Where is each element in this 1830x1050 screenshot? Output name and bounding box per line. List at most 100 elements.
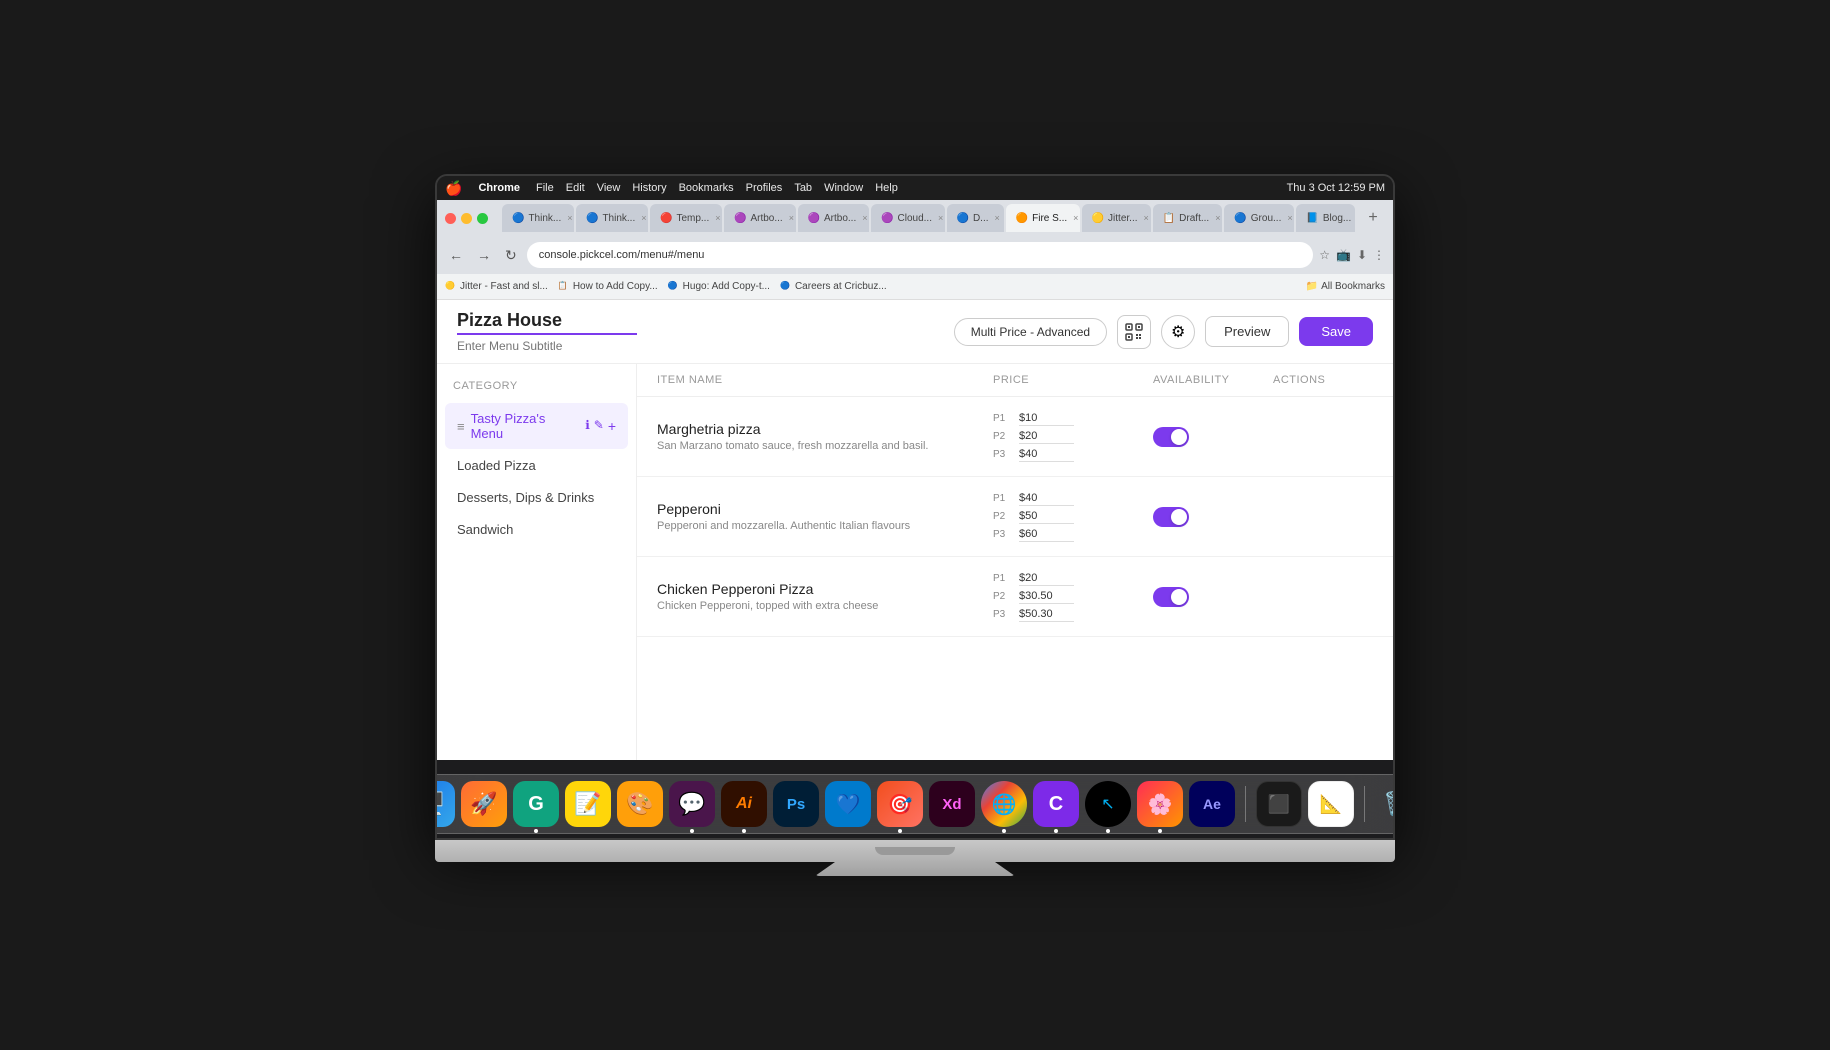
- tab-menu[interactable]: Tab: [794, 182, 812, 194]
- tab-think1[interactable]: 🔵Think...×: [502, 204, 574, 232]
- tab-artbo1[interactable]: 🟣Artbo...×: [724, 204, 796, 232]
- vscode-icon[interactable]: 💙: [825, 781, 871, 827]
- slack-icon[interactable]: 💬: [669, 781, 715, 827]
- close-button[interactable]: [445, 213, 456, 224]
- freeform-icon[interactable]: 🎨: [617, 781, 663, 827]
- browser-menu-icon[interactable]: ⋮: [1373, 248, 1385, 262]
- bookmark-star-icon[interactable]: ☆: [1319, 248, 1330, 262]
- menu-title-input[interactable]: [457, 310, 637, 335]
- address-input[interactable]: console.pickcel.com/menu#/menu: [527, 242, 1313, 268]
- chrome-menu-item[interactable]: Chrome: [478, 182, 520, 194]
- finder-icon[interactable]: 🖥️: [435, 781, 455, 827]
- history-menu[interactable]: History: [632, 182, 666, 194]
- creative-icon[interactable]: 🌸: [1137, 781, 1183, 827]
- bookmark-careers[interactable]: 🔵 Careers at Cricbuz...: [780, 281, 887, 293]
- maximize-button[interactable]: [477, 213, 488, 224]
- tab-cloud[interactable]: 🟣Cloud...×: [871, 204, 944, 232]
- sidebar-item-sandwich[interactable]: Sandwich: [445, 514, 628, 545]
- tab-draft[interactable]: 📋Draft...×: [1153, 204, 1223, 232]
- tab-grou[interactable]: 🔵Grou...×: [1224, 204, 1294, 232]
- tab-d[interactable]: 🔵D...×: [947, 204, 1004, 232]
- illustrator-icon[interactable]: Ai: [721, 781, 767, 827]
- cursor-icon[interactable]: ↖: [1085, 781, 1131, 827]
- items-table-header: Item Name Price Availability Actions: [637, 364, 1393, 397]
- edit-menu[interactable]: Edit: [566, 182, 585, 194]
- item-availability: [1153, 507, 1273, 527]
- new-tab-button[interactable]: +: [1361, 206, 1385, 230]
- price-input-p2[interactable]: [1019, 429, 1074, 444]
- browser-chrome: 🔵Think...× 🔵Think...× 🔴Temp...× 🟣Artbo..…: [437, 200, 1393, 760]
- reload-button[interactable]: ↻: [501, 245, 521, 266]
- qr-code-button[interactable]: [1117, 315, 1151, 349]
- sidebar-item-tasty[interactable]: ≡ Tasty Pizza's Menu ℹ ✎ +: [445, 403, 628, 449]
- menu-subtitle-input[interactable]: [457, 339, 637, 353]
- apple-menu[interactable]: 🍎: [445, 180, 462, 197]
- availability-toggle-3[interactable]: [1153, 587, 1189, 607]
- price-input-p3[interactable]: [1019, 607, 1074, 622]
- sidebar-item-desserts[interactable]: Desserts, Dips & Drinks: [445, 482, 628, 513]
- bookmark-jitter[interactable]: 🟡 Jitter - Fast and sl...: [445, 281, 548, 293]
- tab-temp[interactable]: 🔴Temp...×: [650, 204, 722, 232]
- window-menu[interactable]: Window: [824, 182, 863, 194]
- category-info-icon[interactable]: ℹ: [585, 418, 590, 434]
- menu-bar-time: Thu 3 Oct 12:59 PM: [1287, 182, 1385, 194]
- forward-button[interactable]: →: [473, 245, 495, 265]
- table-row: Marghetria pizza San Marzano tomato sauc…: [637, 397, 1393, 477]
- back-button[interactable]: ←: [445, 245, 467, 265]
- category-edit-icon[interactable]: ✎: [594, 418, 604, 434]
- price-input-p1[interactable]: [1019, 571, 1074, 586]
- chatgpt-icon[interactable]: G: [513, 781, 559, 827]
- tab-jitter[interactable]: 🟡Jitter...×: [1082, 204, 1151, 232]
- minimize-button[interactable]: [461, 213, 472, 224]
- bookmark-all[interactable]: 📁 All Bookmarks: [1306, 281, 1385, 292]
- bookmark-hugo[interactable]: 🔵 Hugo: Add Copy-t...: [668, 281, 770, 293]
- svgeditor-icon[interactable]: 📐: [1308, 781, 1354, 827]
- price-input-p3[interactable]: [1019, 447, 1074, 462]
- notes-icon[interactable]: 📝: [565, 781, 611, 827]
- tab-blog[interactable]: 📘Blog...: [1296, 204, 1355, 232]
- bookmarks-menu[interactable]: Bookmarks: [679, 182, 734, 194]
- chrome-icon[interactable]: 🌐: [981, 781, 1027, 827]
- launchpad-icon[interactable]: 🚀: [461, 781, 507, 827]
- download-icon[interactable]: ⬇: [1357, 248, 1367, 262]
- tab-fire-active[interactable]: 🟠Fire S...×: [1006, 204, 1080, 232]
- category-label: Tasty Pizza's Menu: [471, 411, 580, 441]
- item-name: Pepperoni: [657, 501, 993, 517]
- trash-icon[interactable]: 🗑️: [1375, 781, 1395, 827]
- xd-icon[interactable]: Xd: [929, 781, 975, 827]
- dock-wrapper: 🖥️ 🚀 G 📝 🎨 💬: [437, 758, 1393, 838]
- photoshop-icon[interactable]: Ps: [773, 781, 819, 827]
- sidebar-category-header: Category: [437, 380, 636, 402]
- preview-button[interactable]: Preview: [1205, 316, 1289, 347]
- price-row-p1: P1: [993, 571, 1153, 586]
- category-add-icon[interactable]: +: [608, 418, 616, 434]
- terminal-icon[interactable]: ⬛: [1256, 781, 1302, 827]
- table-row: Chicken Pepperoni Pizza Chicken Pepperon…: [637, 557, 1393, 637]
- traffic-lights: [445, 213, 488, 224]
- price-input-p3[interactable]: [1019, 527, 1074, 542]
- price-input-p2[interactable]: [1019, 589, 1074, 604]
- tab-artbo2[interactable]: 🟣Artbo...×: [798, 204, 870, 232]
- macbook-notch: [875, 847, 955, 855]
- aftereffects-icon[interactable]: Ae: [1189, 781, 1235, 827]
- address-bar: ← → ↻ console.pickcel.com/menu#/menu ☆ 📺…: [437, 236, 1393, 274]
- canva-icon[interactable]: C: [1033, 781, 1079, 827]
- price-row-p2: P2: [993, 589, 1153, 604]
- bookmark-copy[interactable]: 📋 How to Add Copy...: [558, 281, 658, 293]
- price-input-p1[interactable]: [1019, 491, 1074, 506]
- price-input-p2[interactable]: [1019, 509, 1074, 524]
- availability-toggle-2[interactable]: [1153, 507, 1189, 527]
- tab-think2[interactable]: 🔵Think...×: [576, 204, 648, 232]
- help-menu[interactable]: Help: [875, 182, 898, 194]
- view-menu[interactable]: View: [597, 182, 621, 194]
- settings-button[interactable]: ⚙: [1161, 315, 1195, 349]
- price-mode-button[interactable]: Multi Price - Advanced: [954, 318, 1107, 346]
- price-input-p1[interactable]: [1019, 411, 1074, 426]
- file-menu[interactable]: File: [536, 182, 554, 194]
- screen-cast-icon[interactable]: 📺: [1336, 248, 1351, 262]
- profiles-menu[interactable]: Profiles: [746, 182, 783, 194]
- save-button[interactable]: Save: [1299, 317, 1373, 346]
- availability-toggle-1[interactable]: [1153, 427, 1189, 447]
- figma-icon[interactable]: 🎯: [877, 781, 923, 827]
- sidebar-item-loaded[interactable]: Loaded Pizza: [445, 450, 628, 481]
